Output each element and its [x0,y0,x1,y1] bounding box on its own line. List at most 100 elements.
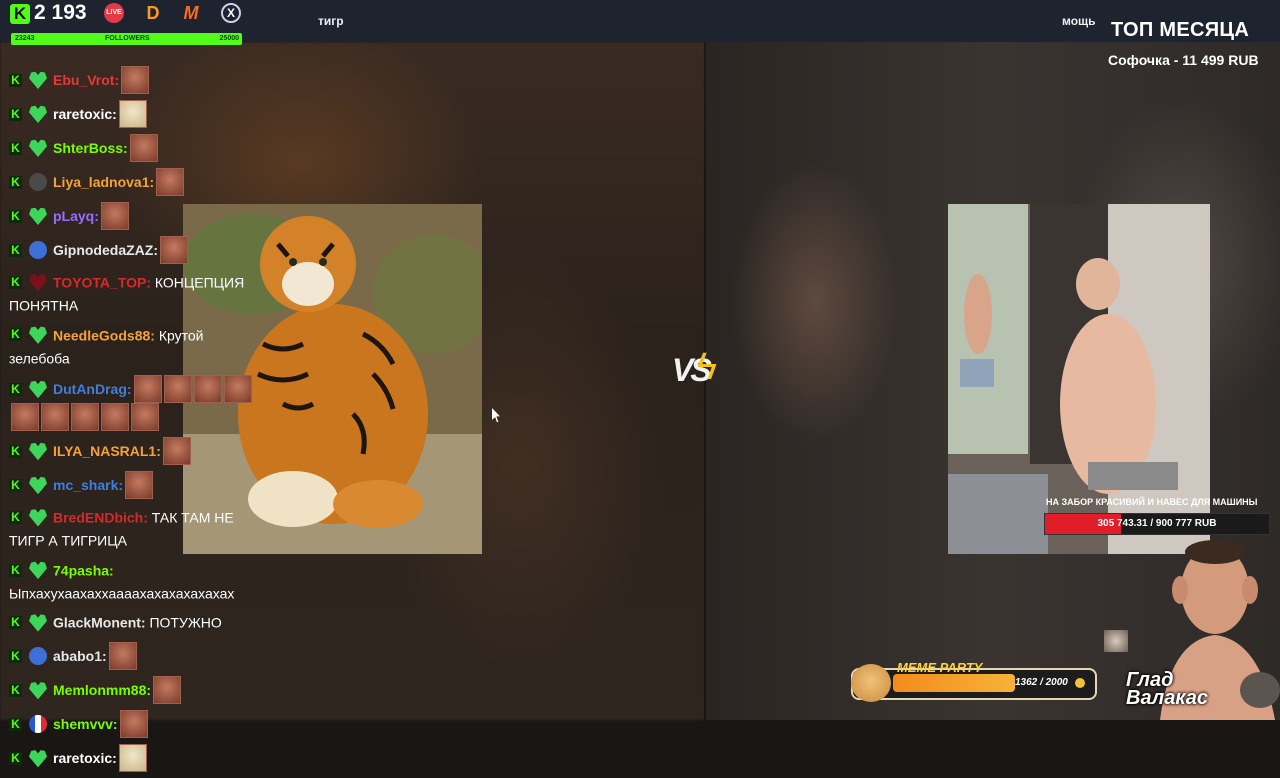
chat-username[interactable]: mc_shark: [53,477,123,493]
kick-badge-icon: K [9,107,22,121]
kick-badge-icon: K [9,243,22,257]
top-bar: K 2 193 LIVE D M X 23243 FOLLOWERS 25000… [0,0,1280,45]
chat-username[interactable]: Memlonmm88: [53,682,151,698]
chat-emote [121,66,150,94]
x-icon: X [221,3,241,23]
chat-message: Kmc_shark: [9,471,259,500]
chat-text: Ыпхахухаахаххаааахахахахахахах [9,585,235,602]
chat-emote [119,710,148,739]
chat-emote [162,437,191,466]
chat-message: K BredENDbich: ТАК ТАМ НЕ ТИГР А ТИГРИЦА [9,505,259,552]
chat-emote [133,375,162,404]
subscriber-badge-icon [29,173,47,191]
chat-emote [11,403,39,432]
subscriber-badge-icon [29,442,47,461]
chat-message: K DutAnDrag: [9,375,259,432]
subscriber-badge-icon [29,561,47,580]
chat-message: K Liya_ladnova1: [9,168,259,196]
kick-logo-icon: K [10,4,30,24]
chat-username[interactable]: GipnodedaZAZ: [53,242,158,258]
meme-party-bar: MEME PARTY 1362 / 2000 [851,660,1097,702]
chat-message: K Ebu_Vrot: [9,66,259,94]
subscriber-badge-icon [29,274,47,292]
chat-message: K Memlonmm88: [9,676,259,705]
chat-username[interactable]: raretoxic: [53,106,117,122]
chat-username[interactable]: 74pasha: [53,562,114,578]
chat-emote [108,642,137,671]
chat-message: K GlackMonent: ПОТУЖНО [9,610,259,636]
chat-text: ПОТУЖНО [149,614,222,631]
donation-goal-progress: 305 743.31 / 900 777 RUB [1097,518,1217,529]
meme-party-label: MEME PARTY [897,660,983,675]
live-icon: LIVE [104,3,124,23]
chat-message: Kraretoxic: [9,744,259,773]
followers-goal-bar: 23243 FOLLOWERS 25000 [11,33,242,45]
chat-message: Kraretoxic: [9,100,259,128]
coin-icon [1075,678,1085,688]
chat-username[interactable]: TOYOTA_TOP: [53,274,151,290]
streamer-name-line2: Валакас [1126,687,1209,709]
chat-username[interactable]: DutAnDrag: [53,381,132,397]
kick-badge-icon: K [9,209,22,223]
subscriber-badge-icon [29,326,47,344]
chat-emote [131,403,159,432]
chat-emote [223,375,252,404]
subscriber-badge-icon [29,715,47,734]
subscriber-badge-icon [29,105,47,123]
subscriber-badge-icon [29,139,47,157]
kick-badge-icon: K [9,478,22,492]
chat-username[interactable]: BredENDbich: [53,509,148,525]
subscriber-badge-icon [29,614,47,632]
donation-goal-title: НА ЗАБОР КРАСИВИЙ И НАВЕС ДЛЯ МАШИНЫ [1046,497,1258,507]
chat-emote [41,403,69,432]
memealerts-icon: M [183,3,199,23]
top-donor: Софочка - 11 499 RUB [1108,52,1259,68]
chat-message: K NeedleGods88: Крутой зелебоба [9,323,259,370]
chat-emote [156,168,185,196]
donationalerts-icon: D [146,3,160,23]
chat-username[interactable]: NeedleGods88: [53,327,155,343]
viewer-count: 2 193 [34,1,87,24]
kick-badge-icon: K [9,649,22,663]
chat-username[interactable]: ILYA_NASRAL1: [53,443,161,459]
streamer-name: Глад Валакас [1126,670,1209,709]
chat-username[interactable]: ababo1: [53,648,107,664]
chat-username[interactable]: pLayq: [53,208,99,224]
chat-emote [101,403,129,432]
chat-message: K 74pasha: Ыпхахухаахаххаааахахахахахахах [9,558,259,605]
kick-badge-icon: K [9,328,22,342]
kick-badge-icon: K [9,275,22,289]
kick-badge-icon: K [9,382,22,396]
subscriber-badge-icon [29,647,47,666]
chat-username[interactable]: Ebu_Vrot: [53,72,119,88]
chat-message: K ILYA_NASRAL1: [9,437,259,466]
top-month-title: ТОП МЕСЯЦА [1111,19,1250,41]
chat-username[interactable]: raretoxic: [53,750,117,766]
chat-emote [71,403,99,432]
kick-badge-icon: K [9,444,22,458]
chat-message: K TOYOTA_TOP: КОНЦЕПЦИЯ ПОНЯТНА [9,270,259,317]
chat-emote [118,744,147,773]
kick-badge-icon: K [9,73,22,87]
subscriber-badge-icon [29,71,47,89]
kick-badge-icon: K [9,616,22,630]
left-caption: тигр [318,14,344,28]
chat-emote [153,676,182,705]
chat-emote [163,375,192,404]
chat-emote [118,100,147,128]
chat-emote [100,202,129,230]
chat-emote [129,134,158,162]
followers-goal: 25000 [219,35,239,42]
kick-badge-icon: K [9,751,22,765]
chat-username[interactable]: ShterBoss: [53,140,128,156]
kick-badge-icon: K [9,683,22,697]
kick-badge-icon: K [9,175,22,189]
right-caption: мощь [1062,14,1096,28]
chat-message: K GipnodedaZAZ: [9,236,259,264]
subscriber-badge-icon [29,207,47,225]
subscriber-badge-icon [29,509,47,527]
chat-username[interactable]: shemvvv: [53,716,118,732]
subscriber-badge-icon [29,241,47,259]
chat-username[interactable]: Liya_ladnova1: [53,174,154,190]
chat-username[interactable]: GlackMonent: [53,615,146,631]
